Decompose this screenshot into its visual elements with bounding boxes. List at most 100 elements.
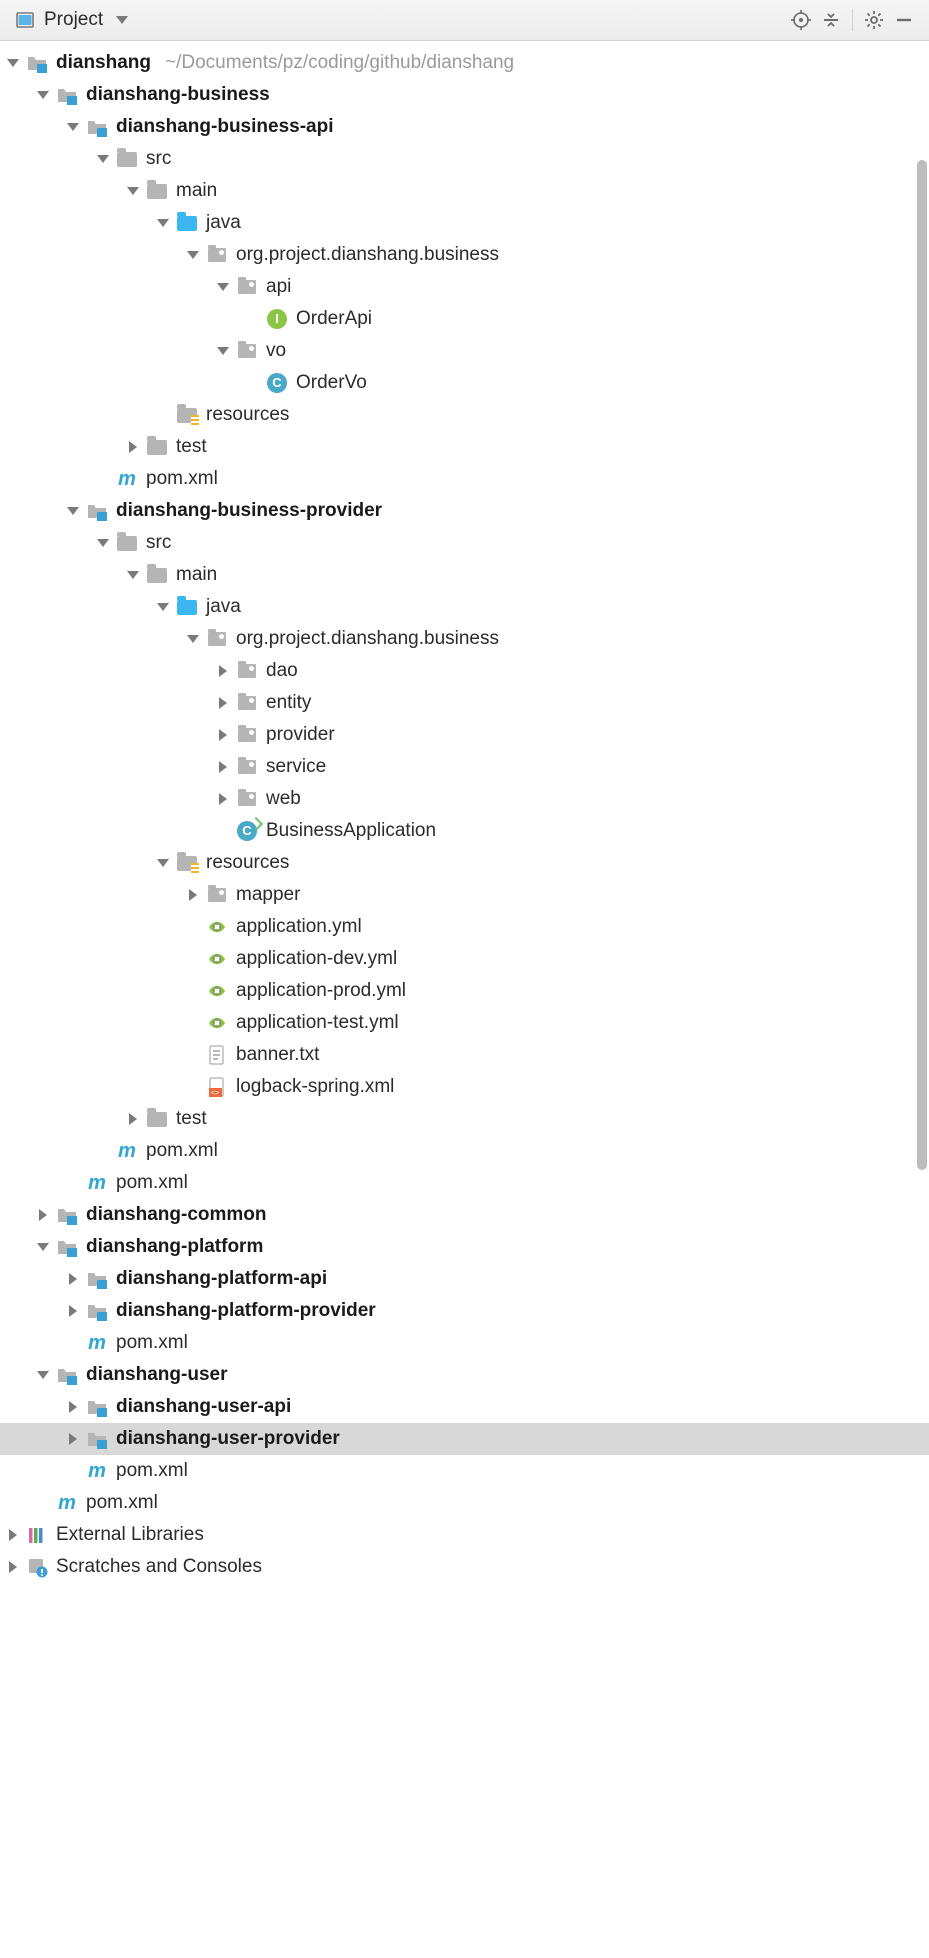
tree-node-label: application-test.yml [234, 1007, 399, 1039]
tree-row[interactable]: pom.xml [0, 1135, 929, 1167]
tree-row[interactable]: Scratches and Consoles [0, 1551, 929, 1583]
tree-row[interactable]: dianshang-user [0, 1359, 929, 1391]
scrollbar[interactable] [917, 160, 927, 1170]
settings-button[interactable] [859, 5, 889, 35]
tree-row[interactable]: org.project.dianshang.business [0, 239, 929, 271]
expand-toggle[interactable] [216, 793, 230, 805]
expand-toggle[interactable] [216, 283, 230, 291]
expand-toggle[interactable] [66, 1273, 80, 1285]
tree-row[interactable]: dianshang ~/Documents/pz/coding/github/d… [0, 47, 929, 79]
tree-row[interactable]: src [0, 143, 929, 175]
tree-row[interactable]: pom.xml [0, 463, 929, 495]
expand-toggle[interactable] [126, 441, 140, 453]
tree-node-label: OrderApi [294, 303, 372, 335]
expand-toggle[interactable] [156, 219, 170, 227]
expand-toggle[interactable] [66, 1433, 80, 1445]
expand-toggle[interactable] [156, 859, 170, 867]
tree-row[interactable]: pom.xml [0, 1487, 929, 1519]
tree-row[interactable]: resources [0, 847, 929, 879]
tree-node-label: Scratches and Consoles [54, 1551, 262, 1583]
expand-toggle[interactable] [36, 91, 50, 99]
expand-toggle[interactable] [216, 761, 230, 773]
tree-row[interactable]: dianshang-platform-provider [0, 1295, 929, 1327]
expand-toggle[interactable] [96, 155, 110, 163]
tree-row[interactable]: dianshang-business [0, 79, 929, 111]
expand-toggle[interactable] [66, 507, 80, 515]
tree-row[interactable]: entity [0, 687, 929, 719]
tree-row[interactable]: vo [0, 335, 929, 367]
tree-row[interactable]: dianshang-user-api [0, 1391, 929, 1423]
tree-row[interactable]: dao [0, 655, 929, 687]
expand-toggle[interactable] [36, 1209, 50, 1221]
expand-toggle[interactable] [216, 729, 230, 741]
tree-row[interactable]: application-prod.yml [0, 975, 929, 1007]
tree-row[interactable]: CBusinessApplication [0, 815, 929, 847]
expand-toggle[interactable] [186, 889, 200, 901]
package-icon [206, 884, 228, 906]
folder-icon [116, 532, 138, 554]
expand-toggle[interactable] [216, 697, 230, 709]
tree-row[interactable]: provider [0, 719, 929, 751]
expand-toggle[interactable] [186, 635, 200, 643]
tree-row[interactable]: pom.xml [0, 1455, 929, 1487]
tree-row[interactable]: service [0, 751, 929, 783]
tree-row[interactable]: IOrderApi [0, 303, 929, 335]
expand-toggle[interactable] [36, 1371, 50, 1379]
tree-row[interactable]: main [0, 559, 929, 591]
module-folder-icon [86, 1268, 108, 1290]
expand-toggle[interactable] [156, 603, 170, 611]
expand-toggle[interactable] [216, 665, 230, 677]
tree-row[interactable]: COrderVo [0, 367, 929, 399]
tree-row[interactable]: pom.xml [0, 1167, 929, 1199]
tree-row[interactable]: dianshang-platform-api [0, 1263, 929, 1295]
tree-row[interactable]: test [0, 431, 929, 463]
tree-row[interactable]: dianshang-platform [0, 1231, 929, 1263]
tree-row[interactable]: External Libraries [0, 1519, 929, 1551]
source-folder-icon [176, 596, 198, 618]
expand-toggle[interactable] [6, 1561, 20, 1573]
expand-toggle[interactable] [66, 1401, 80, 1413]
tree-row[interactable]: dianshang-business-provider [0, 495, 929, 527]
tree-row[interactable]: main [0, 175, 929, 207]
tree-row[interactable]: test [0, 1103, 929, 1135]
tree-row[interactable]: java [0, 207, 929, 239]
expand-toggle[interactable] [66, 1305, 80, 1317]
tree-row[interactable]: <>logback-spring.xml [0, 1071, 929, 1103]
expand-toggle[interactable] [186, 251, 200, 259]
module-folder-icon [86, 1300, 108, 1322]
expand-toggle[interactable] [6, 1529, 20, 1541]
tree-row[interactable]: mapper [0, 879, 929, 911]
expand-toggle[interactable] [126, 187, 140, 195]
tree-row[interactable]: web [0, 783, 929, 815]
hide-button[interactable] [889, 5, 919, 35]
tree-row[interactable]: banner.txt [0, 1039, 929, 1071]
expand-toggle[interactable] [96, 539, 110, 547]
tree-row[interactable]: application-test.yml [0, 1007, 929, 1039]
tree-node-label: org.project.dianshang.business [234, 623, 499, 655]
expand-toggle[interactable] [126, 1113, 140, 1125]
expand-toggle[interactable] [36, 1243, 50, 1251]
tree-row[interactable]: java [0, 591, 929, 623]
expand-toggle[interactable] [66, 123, 80, 131]
expand-toggle[interactable] [216, 347, 230, 355]
tree-node-label: org.project.dianshang.business [234, 239, 499, 271]
expand-toggle[interactable] [6, 59, 20, 67]
maven-pom-icon [86, 1172, 108, 1194]
tree-row[interactable]: org.project.dianshang.business [0, 623, 929, 655]
locate-button[interactable] [786, 5, 816, 35]
tree-row[interactable]: api [0, 271, 929, 303]
collapse-all-button[interactable] [816, 5, 846, 35]
tree-row[interactable]: dianshang-common [0, 1199, 929, 1231]
tree-row[interactable]: application.yml [0, 911, 929, 943]
tree-row[interactable]: dianshang-user-provider [0, 1423, 929, 1455]
project-view-dropdown[interactable]: Project [14, 9, 133, 31]
tree-row[interactable]: pom.xml [0, 1327, 929, 1359]
expand-toggle[interactable] [126, 571, 140, 579]
tree-row[interactable]: src [0, 527, 929, 559]
maven-pom-icon [86, 1460, 108, 1482]
tree-row[interactable]: resources [0, 399, 929, 431]
project-tree[interactable]: dianshang ~/Documents/pz/coding/github/d… [0, 41, 929, 1583]
tree-row[interactable]: application-dev.yml [0, 943, 929, 975]
tree-row[interactable]: dianshang-business-api [0, 111, 929, 143]
tree-node-label: pom.xml [114, 1167, 188, 1199]
